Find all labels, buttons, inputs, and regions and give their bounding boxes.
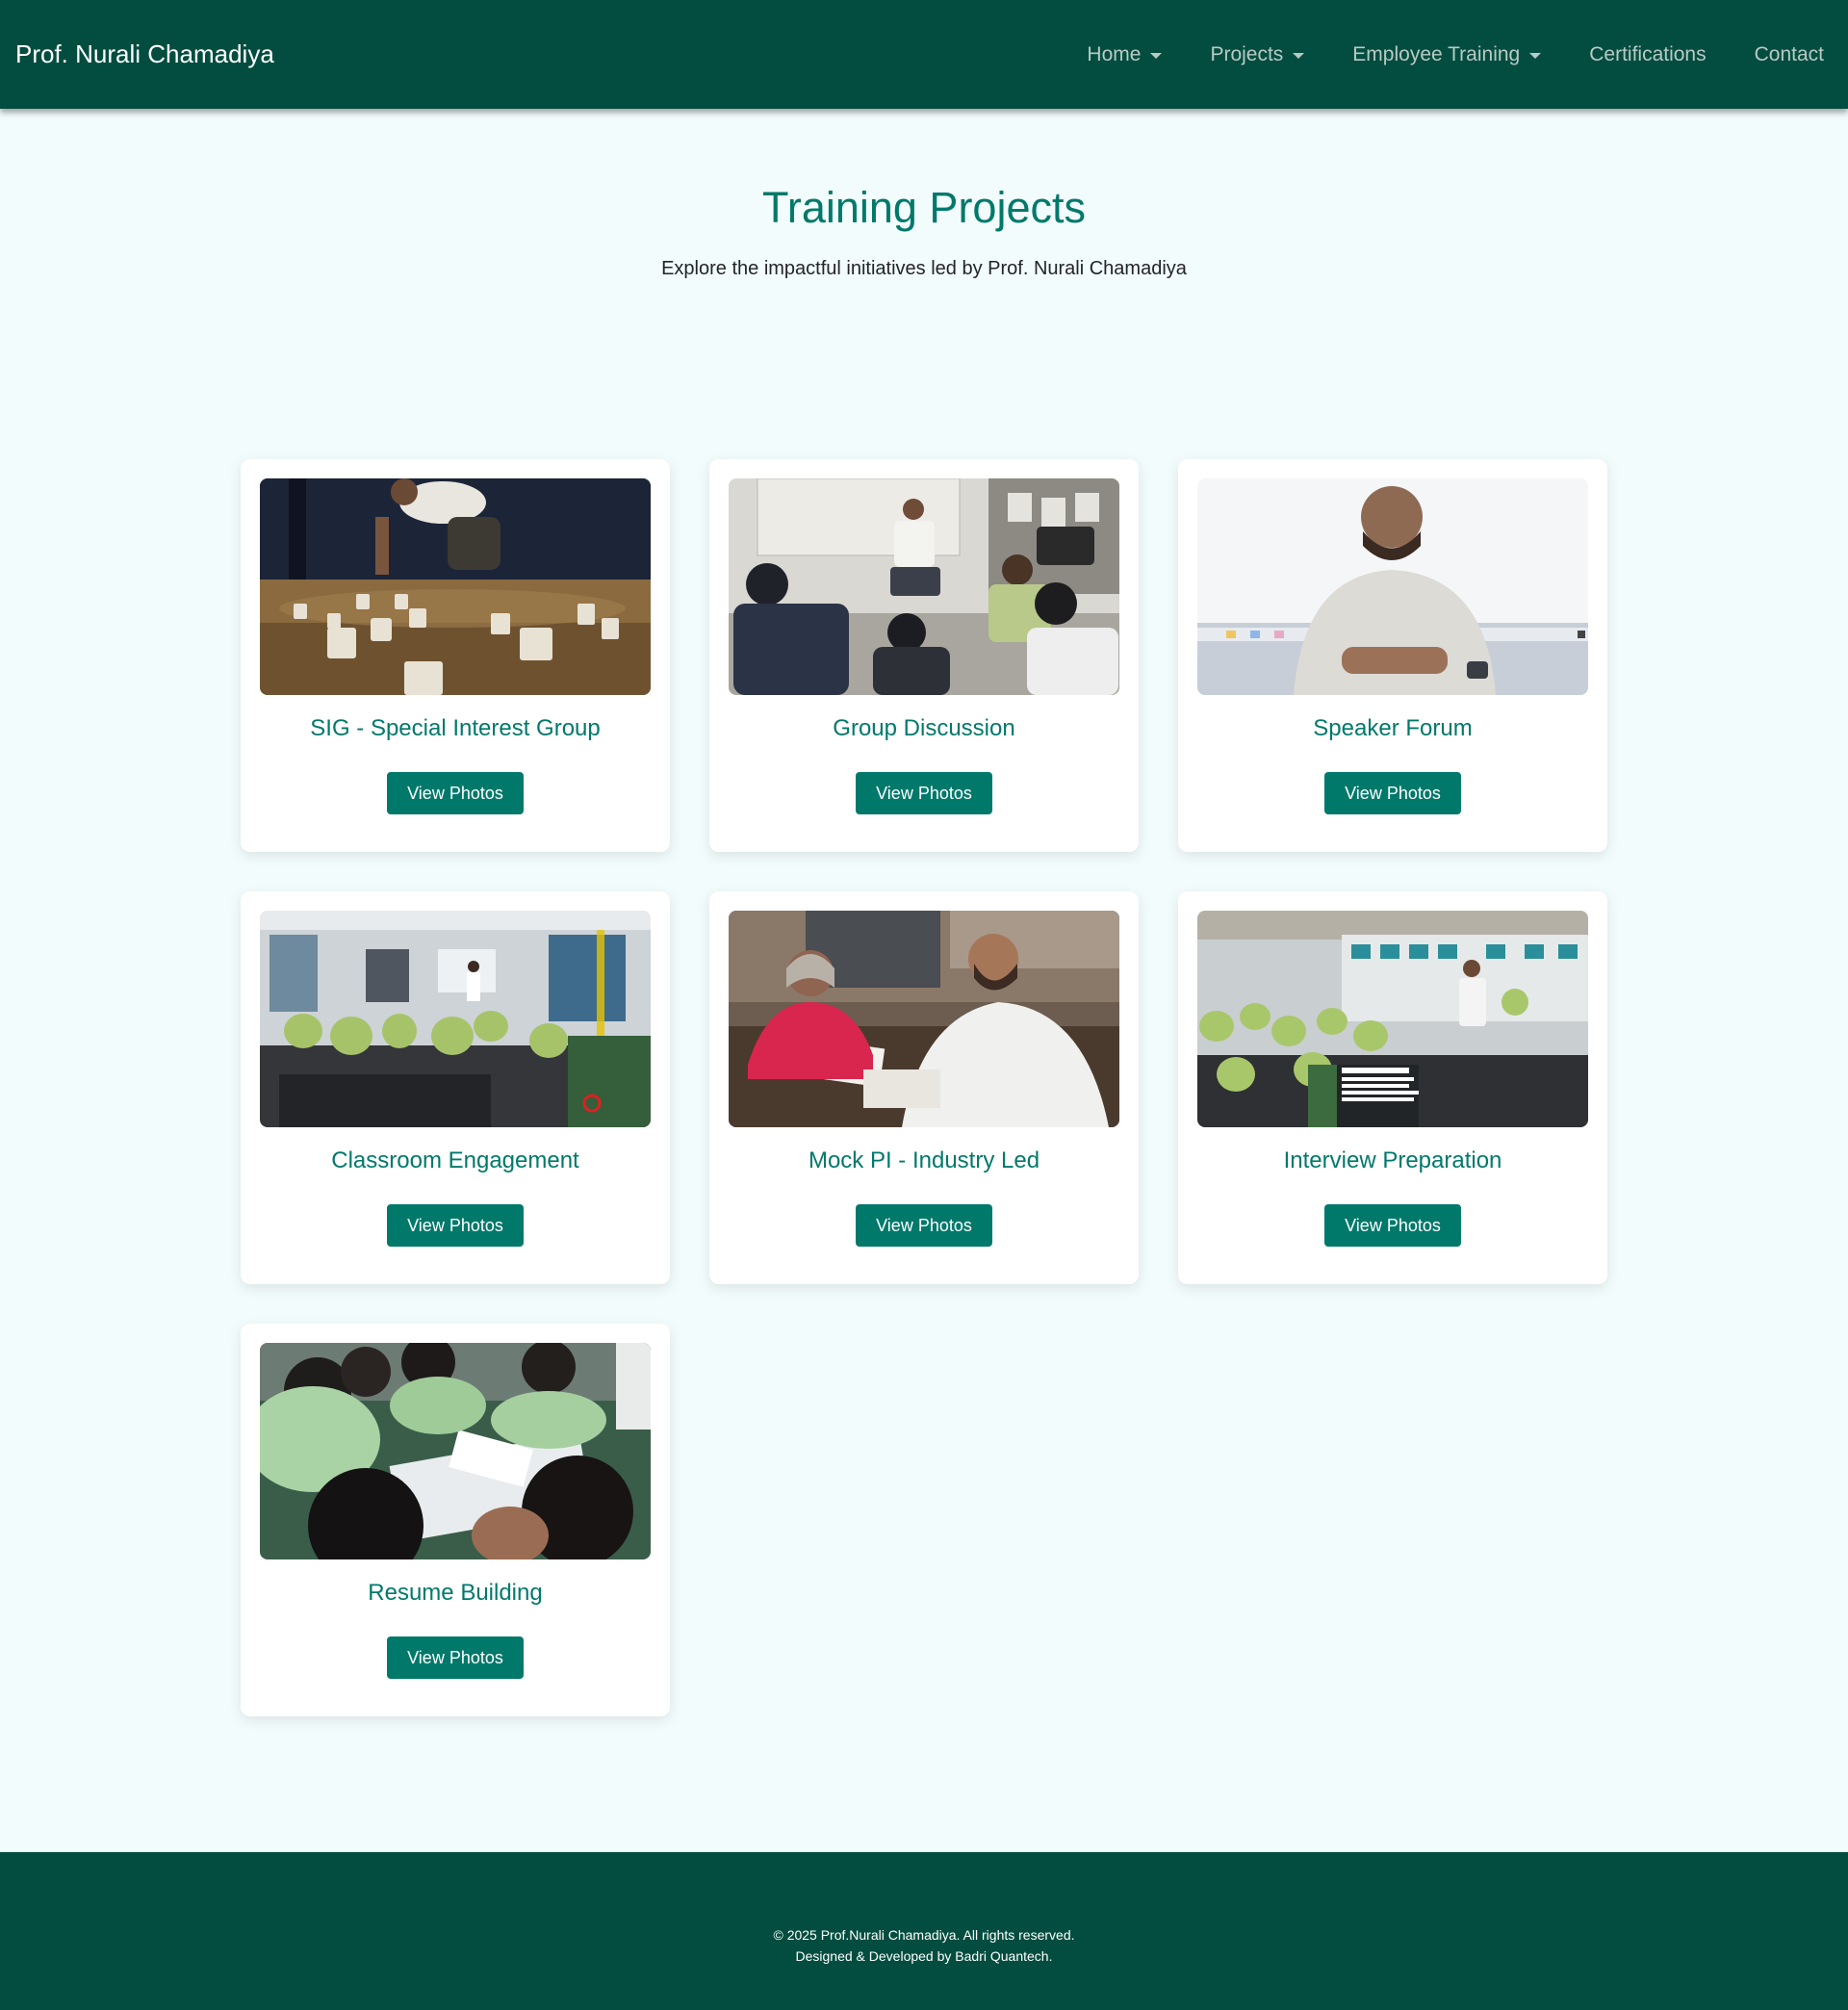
project-title: Group Discussion xyxy=(833,715,1015,741)
view-photos-button[interactable]: View Photos xyxy=(1324,1204,1461,1247)
project-card: Group Discussion View Photos xyxy=(709,459,1139,852)
project-card: Resume Building View Photos xyxy=(241,1324,670,1716)
chevron-down-icon xyxy=(1293,52,1305,59)
nav-certifications[interactable]: Certifications xyxy=(1589,43,1706,66)
project-photo xyxy=(1197,911,1588,1127)
page-title: Training Projects xyxy=(762,183,1086,232)
nav-projects-label: Projects xyxy=(1210,42,1284,65)
nav-home-label: Home xyxy=(1087,42,1142,65)
view-photos-button[interactable]: View Photos xyxy=(856,1204,992,1247)
project-photo xyxy=(260,911,651,1127)
view-photos-button[interactable]: View Photos xyxy=(1324,772,1461,814)
project-card: SIG - Special Interest Group View Photos xyxy=(241,459,670,852)
nav-contact-label: Contact xyxy=(1754,42,1824,65)
nav-projects[interactable]: Projects xyxy=(1210,42,1305,66)
nav-employee-training[interactable]: Employee Training xyxy=(1352,42,1542,66)
project-card: Interview Preparation View Photos xyxy=(1178,891,1607,1284)
project-title: Classroom Engagement xyxy=(331,1147,579,1173)
projects-grid: SIG - Special Interest Group View Photos xyxy=(241,459,1607,1716)
navbar: Prof. Nurali Chamadiya Home Projects Emp… xyxy=(0,0,1848,109)
nav-contact[interactable]: Contact xyxy=(1755,43,1824,66)
project-title: Mock PI - Industry Led xyxy=(808,1147,1040,1173)
project-photo xyxy=(260,478,651,695)
footer-credit: Designed & Developed by Badri Quantech. xyxy=(795,1948,1053,1964)
nav-certifications-label: Certifications xyxy=(1589,42,1707,65)
footer-copyright: © 2025 Prof.Nurali Chamadiya. All rights… xyxy=(773,1927,1075,1943)
view-photos-button[interactable]: View Photos xyxy=(387,772,524,814)
project-photo xyxy=(729,478,1119,695)
nav-home[interactable]: Home xyxy=(1087,42,1163,66)
nav-employee-training-label: Employee Training xyxy=(1352,42,1521,65)
brand-link[interactable]: Prof. Nurali Chamadiya xyxy=(15,39,274,69)
main-nav: Home Projects Employee Training Certific… xyxy=(1087,43,1824,66)
project-card: Mock PI - Industry Led View Photos xyxy=(709,891,1139,1284)
project-card: Classroom Engagement View Photos xyxy=(241,891,670,1284)
project-title: Speaker Forum xyxy=(1313,715,1473,741)
project-card: Speaker Forum View Photos xyxy=(1178,459,1607,852)
view-photos-button[interactable]: View Photos xyxy=(387,1636,524,1679)
project-title: Interview Preparation xyxy=(1283,1147,1502,1173)
project-photo xyxy=(729,911,1119,1127)
footer: © 2025 Prof.Nurali Chamadiya. All rights… xyxy=(0,1852,1848,2010)
project-title: Resume Building xyxy=(368,1580,543,1606)
page-subtitle: Explore the impactful initiatives led by… xyxy=(661,258,1187,279)
view-photos-button[interactable]: View Photos xyxy=(387,1204,524,1247)
view-photos-button[interactable]: View Photos xyxy=(856,772,992,814)
chevron-down-icon xyxy=(1529,52,1542,59)
chevron-down-icon xyxy=(1150,52,1163,59)
project-title: SIG - Special Interest Group xyxy=(310,715,601,741)
project-photo xyxy=(1197,478,1588,695)
project-photo xyxy=(260,1343,651,1559)
